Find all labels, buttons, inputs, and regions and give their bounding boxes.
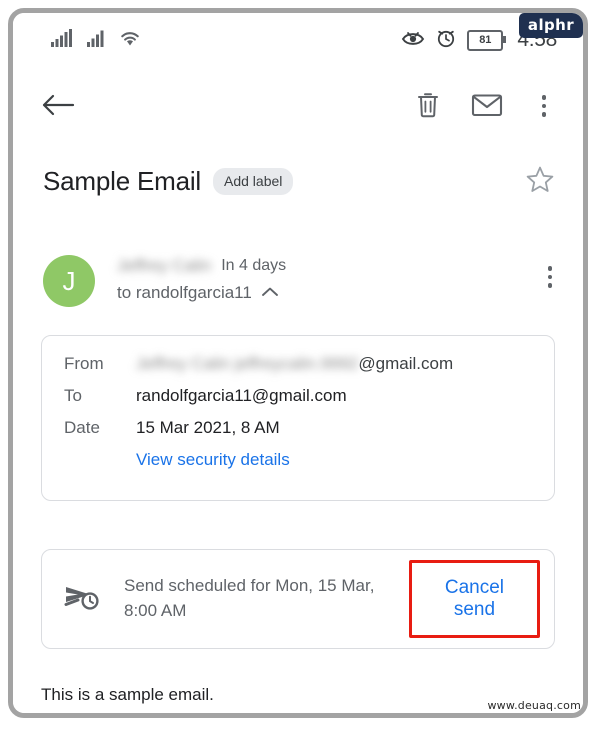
page-title: Sample Email: [43, 166, 201, 196]
chevron-up-icon: [261, 283, 279, 303]
scheduled-send-text: Send scheduled for Mon, 15 Mar, 8:00 AM: [124, 576, 375, 620]
star-button[interactable]: [525, 165, 559, 198]
from-address-redacted: Jeffrey Calin jeffreycalin.9992: [136, 354, 359, 373]
app-toolbar: [13, 75, 583, 137]
message-details-card: From Jeffrey Calin jeffreycalin.9992 @gm…: [41, 335, 555, 501]
add-label-chip[interactable]: Add label: [213, 168, 294, 195]
site-watermark: www.deuaq.com: [487, 699, 581, 712]
more-options-button[interactable]: [533, 92, 555, 120]
from-domain: @gmail.com: [358, 354, 454, 373]
date-value: 15 Mar 2021, 8 AM: [136, 418, 280, 437]
eye-icon: [401, 29, 425, 52]
sender-row: J Jeffrey Calin In 4 days to randolfgarc…: [13, 253, 583, 307]
date-label: Date: [64, 418, 100, 437]
signal-bars-icon: [87, 29, 105, 52]
envelope-icon: [471, 92, 503, 121]
battery-icon: 81: [467, 29, 507, 51]
to-address: randolfgarcia11@gmail.com: [136, 386, 347, 405]
to-label: To: [64, 386, 82, 405]
cancel-send-button[interactable]: Cancel send: [420, 575, 529, 623]
message-options-button[interactable]: [539, 263, 561, 291]
wifi-icon: [119, 29, 141, 52]
alphr-watermark-badge: alphr: [518, 13, 583, 38]
back-button[interactable]: [41, 92, 75, 121]
sender-info: Jeffrey Calin In 4 days to randolfgarcia…: [117, 253, 539, 303]
sender-timestamp: In 4 days: [221, 257, 287, 274]
trash-icon: [415, 91, 441, 122]
status-bar-left: [51, 28, 141, 52]
recipient-label: to randolfgarcia11: [117, 283, 252, 302]
more-options-icon: [533, 92, 555, 120]
battery-level-text: 81: [479, 33, 492, 46]
alarm-clock-icon: [436, 28, 456, 53]
sender-name-line: Jeffrey Calin In 4 days: [117, 256, 539, 276]
signal-bars-icon: [51, 28, 73, 52]
more-options-icon: [539, 263, 561, 291]
phone-screen: alphr 81 4:58 Sample Email Add label J J…: [13, 13, 583, 713]
from-label: From: [64, 354, 104, 373]
detail-row-date: Date 15 Mar 2021, 8 AM: [64, 418, 534, 438]
detail-row-from: From Jeffrey Calin jeffreycalin.9992 @gm…: [64, 354, 534, 374]
subject-row: Sample Email Add label: [13, 165, 583, 198]
email-body-text: This is a sample email.: [41, 685, 214, 704]
phone-frame: alphr 81 4:58 Sample Email Add label J J…: [8, 8, 588, 718]
back-arrow-icon: [41, 92, 75, 121]
view-security-details-link[interactable]: View security details: [136, 450, 534, 470]
star-icon: [525, 165, 555, 198]
mark-unread-button[interactable]: [471, 92, 503, 121]
scheduled-send-card: Send scheduled for Mon, 15 Mar, 8:00 AM …: [41, 549, 555, 649]
toolbar-actions: [415, 91, 561, 122]
scheduled-send-icon: [64, 581, 102, 618]
avatar: J: [43, 255, 95, 307]
status-bar: 81 4:58: [13, 13, 583, 67]
sender-name: Jeffrey Calin: [117, 256, 212, 275]
detail-row-to: To randolfgarcia11@gmail.com: [64, 386, 534, 406]
delete-button[interactable]: [415, 91, 441, 122]
recipient-toggle[interactable]: to randolfgarcia11: [117, 283, 539, 303]
cancel-send-highlight: Cancel send: [408, 560, 540, 638]
